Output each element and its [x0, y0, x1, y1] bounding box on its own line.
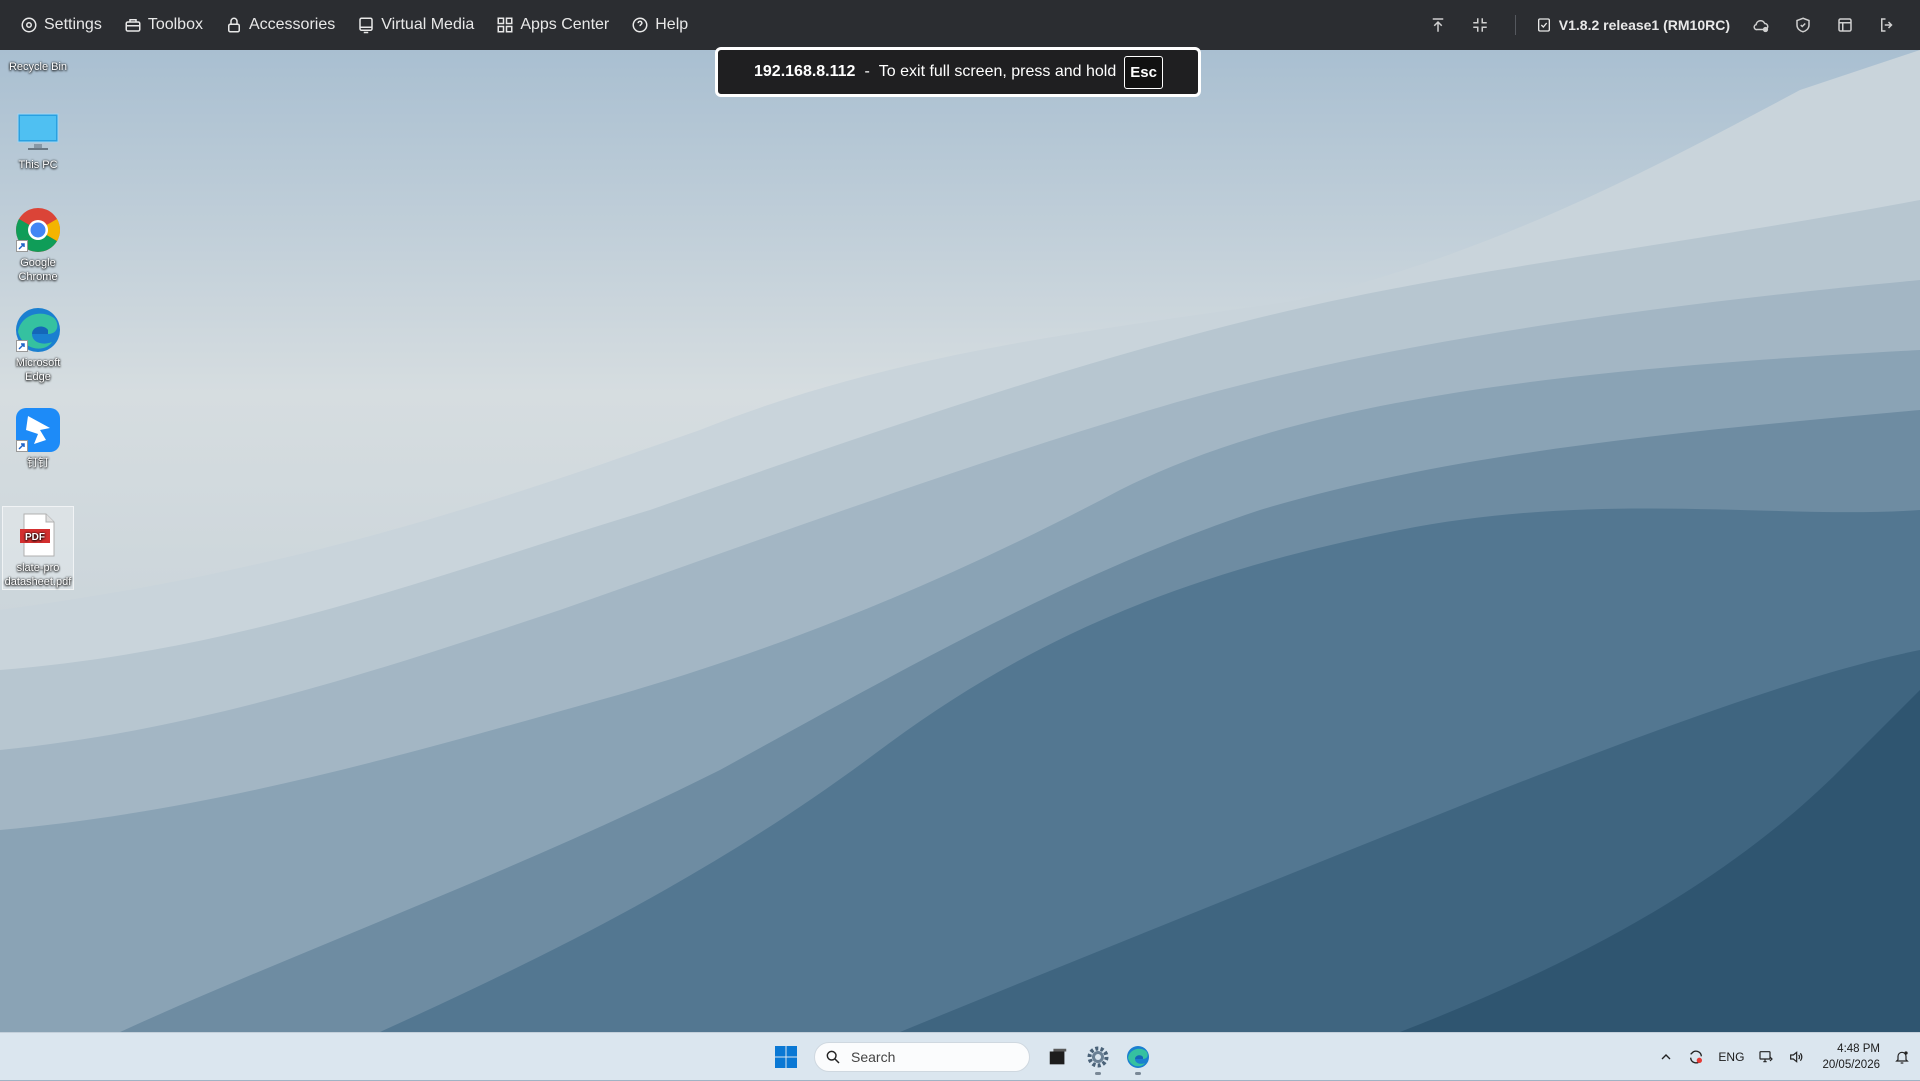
- grid-icon: [497, 17, 513, 33]
- clock-time: 4:48 PM: [1837, 1043, 1880, 1055]
- pdf-icon: PDF: [14, 511, 62, 559]
- volume-button[interactable]: [1788, 1049, 1804, 1065]
- this-pc-icon: [14, 108, 62, 156]
- notice-dash: -: [864, 63, 870, 80]
- mountain-wallpaper: [0, 50, 1920, 1032]
- toolbar-menu: Settings Toolbox Accessories Virtual Med…: [0, 16, 710, 34]
- recycle-bin-icon: [14, 50, 62, 58]
- desktop-icon-recycle-bin[interactable]: Recycle Bin: [2, 50, 74, 74]
- notifications-button[interactable]: [1894, 1049, 1910, 1065]
- version-label: V1.8.2 release1 (RM10RC): [1558, 17, 1730, 33]
- version-check-icon: [1537, 18, 1550, 32]
- notice-message: To exit full screen, press and hold: [878, 63, 1117, 80]
- help-label: Help: [655, 16, 689, 33]
- desktop-icon-microsoft-edge[interactable]: Microsoft Edge: [2, 306, 74, 384]
- shortcut-arrow-icon: [16, 340, 28, 352]
- toolbar-actions: V1.8.2 release1 (RM10RC): [1407, 14, 1920, 36]
- running-indicator: [1135, 1072, 1141, 1075]
- taskbar-center: Search: [766, 1033, 1158, 1081]
- cloud-button[interactable]: [1750, 14, 1772, 36]
- chrome-icon: [14, 206, 62, 254]
- lock-icon: [227, 17, 240, 33]
- accessories-label: Accessories: [248, 16, 336, 33]
- desktop-icon-pdf-file[interactable]: PDF slate-pro datasheet.pdf: [2, 506, 74, 590]
- running-indicator: [1095, 1072, 1101, 1075]
- remote-ip: 192.168.8.112: [754, 63, 856, 80]
- edge-icon: [1127, 1046, 1149, 1068]
- desktop-icon-google-chrome[interactable]: Google Chrome: [2, 206, 74, 284]
- svg-text:PDF: PDF: [25, 532, 45, 543]
- toolbox-label: Toolbox: [147, 16, 203, 33]
- apps-center-label: Apps Center: [520, 16, 610, 33]
- dingtalk-icon: [14, 406, 62, 454]
- shortcut-arrow-icon: [16, 240, 28, 252]
- desktop-icon-dingtalk[interactable]: 钉钉: [2, 406, 74, 470]
- exit-fullscreen-button[interactable]: [1469, 14, 1491, 36]
- windows-logo-icon: [775, 1046, 797, 1068]
- desktop-icon-label: slate-pro datasheet.pdf: [4, 562, 72, 588]
- show-hidden-icons-button[interactable]: [1658, 1049, 1674, 1065]
- chevron-up-icon: [1661, 1054, 1671, 1060]
- help-menu[interactable]: Help: [631, 16, 688, 34]
- task-view-button[interactable]: [1038, 1037, 1078, 1077]
- remote-toolbar: Settings Toolbox Accessories Virtual Med…: [0, 0, 1920, 50]
- desktop-icon-label: Recycle Bin: [8, 61, 68, 73]
- search-placeholder: Search: [851, 1049, 896, 1065]
- settings-label: Settings: [44, 16, 102, 33]
- search-icon: [826, 1050, 840, 1064]
- window-icon: [1838, 18, 1852, 32]
- window-button[interactable]: [1834, 14, 1856, 36]
- settings-gear-icon: [1087, 1046, 1109, 1068]
- logout-button[interactable]: [1876, 14, 1898, 36]
- toolbar-separator: [1514, 15, 1516, 35]
- edge-icon: [14, 306, 62, 354]
- speaker-icon: [1790, 1051, 1803, 1063]
- shield-icon: [1796, 17, 1810, 33]
- desktop-icon-this-pc[interactable]: This PC: [2, 108, 74, 172]
- edge-taskbar-button[interactable]: [1118, 1037, 1158, 1077]
- shortcut-arrow-icon: [16, 440, 28, 452]
- virtual-media-menu[interactable]: Virtual Media: [357, 16, 474, 34]
- apps-center-menu[interactable]: Apps Center: [496, 16, 609, 34]
- settings-app-button[interactable]: [1078, 1037, 1118, 1077]
- task-view-icon: [1049, 1048, 1067, 1065]
- desktop[interactable]: Recycle Bin This PC Google Chrome Micros…: [0, 50, 1920, 1032]
- logout-icon: [1881, 18, 1893, 32]
- clock-date: 20/05/2026: [1822, 1059, 1880, 1071]
- toolbox-menu[interactable]: Toolbox: [124, 16, 203, 34]
- settings-menu[interactable]: Settings: [20, 16, 102, 34]
- start-button[interactable]: [766, 1037, 806, 1077]
- desktop-icon-label: This PC: [18, 159, 58, 171]
- desktop-icon-label: Microsoft Edge: [15, 357, 61, 383]
- network-button[interactable]: [1758, 1049, 1774, 1065]
- input-language[interactable]: ENG: [1718, 1050, 1744, 1064]
- monitor-icon: [359, 17, 373, 34]
- clock[interactable]: 4:48 PM 20/05/2026: [1822, 1041, 1880, 1073]
- taskbar-search[interactable]: Search: [814, 1042, 1030, 1072]
- accessories-menu[interactable]: Accessories: [225, 16, 335, 34]
- help-icon: [632, 17, 648, 33]
- network-icon: [1759, 1051, 1774, 1063]
- exit-fullscreen-icon: [1473, 18, 1487, 32]
- esc-key-hint: Esc: [1124, 55, 1163, 89]
- sync-status-button[interactable]: [1688, 1049, 1704, 1065]
- pin-top-button[interactable]: [1427, 14, 1449, 36]
- notification-icon: [1895, 1051, 1909, 1064]
- desktop-icon-label: Google Chrome: [18, 257, 58, 283]
- cloud-icon: [1753, 19, 1769, 33]
- version-info[interactable]: V1.8.2 release1 (RM10RC): [1536, 17, 1730, 33]
- system-tray: ENG 4:48 PM 20/05/2026: [1644, 1033, 1920, 1081]
- gear-icon: [21, 17, 37, 33]
- fullscreen-notice: 192.168.8.112 - To exit full screen, pre…: [715, 47, 1201, 97]
- sync-error-icon: [1690, 1050, 1703, 1064]
- shield-button[interactable]: [1792, 14, 1814, 36]
- desktop-icon-label: 钉钉: [27, 457, 49, 469]
- taskbar: Search ENG 4:48 PM 20/05/2026: [0, 1032, 1920, 1080]
- virtual-media-label: Virtual Media: [381, 16, 475, 33]
- pin-top-icon: [1432, 18, 1444, 32]
- toolbox-icon: [125, 19, 141, 32]
